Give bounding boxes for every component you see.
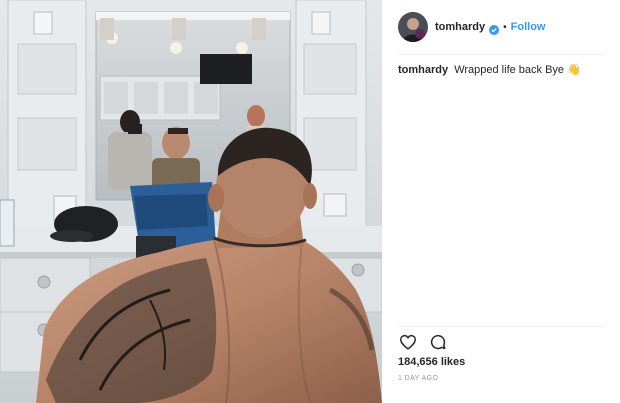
likes-count[interactable]: 184,656 likes [398, 356, 465, 368]
footer-divider [398, 326, 604, 327]
post-timestamp[interactable]: 1 day ago [398, 375, 438, 382]
caption-username[interactable]: tomhardy [398, 64, 448, 76]
post-image [0, 0, 382, 403]
post-photo[interactable] [0, 0, 382, 403]
avatar[interactable] [398, 12, 428, 42]
instagram-post: tomhardy • Follow tomhardy Wrapped life … [0, 0, 620, 403]
heart-icon[interactable] [398, 332, 418, 352]
post-caption: tomhardy Wrapped life back Bye 👋 [398, 63, 608, 78]
post-header: tomhardy • Follow [382, 0, 620, 54]
header-divider [398, 54, 604, 55]
header-separator: • [503, 21, 507, 33]
header-username[interactable]: tomhardy [435, 21, 485, 33]
post-side-panel: tomhardy • Follow tomhardy Wrapped life … [382, 0, 620, 403]
verified-badge-icon [489, 22, 500, 35]
post-actions [398, 332, 448, 352]
caption-text: Wrapped life back Bye 👋 [454, 64, 581, 76]
avatar-image [398, 12, 428, 42]
comment-icon[interactable] [428, 332, 448, 352]
follow-button[interactable]: Follow [511, 21, 546, 33]
